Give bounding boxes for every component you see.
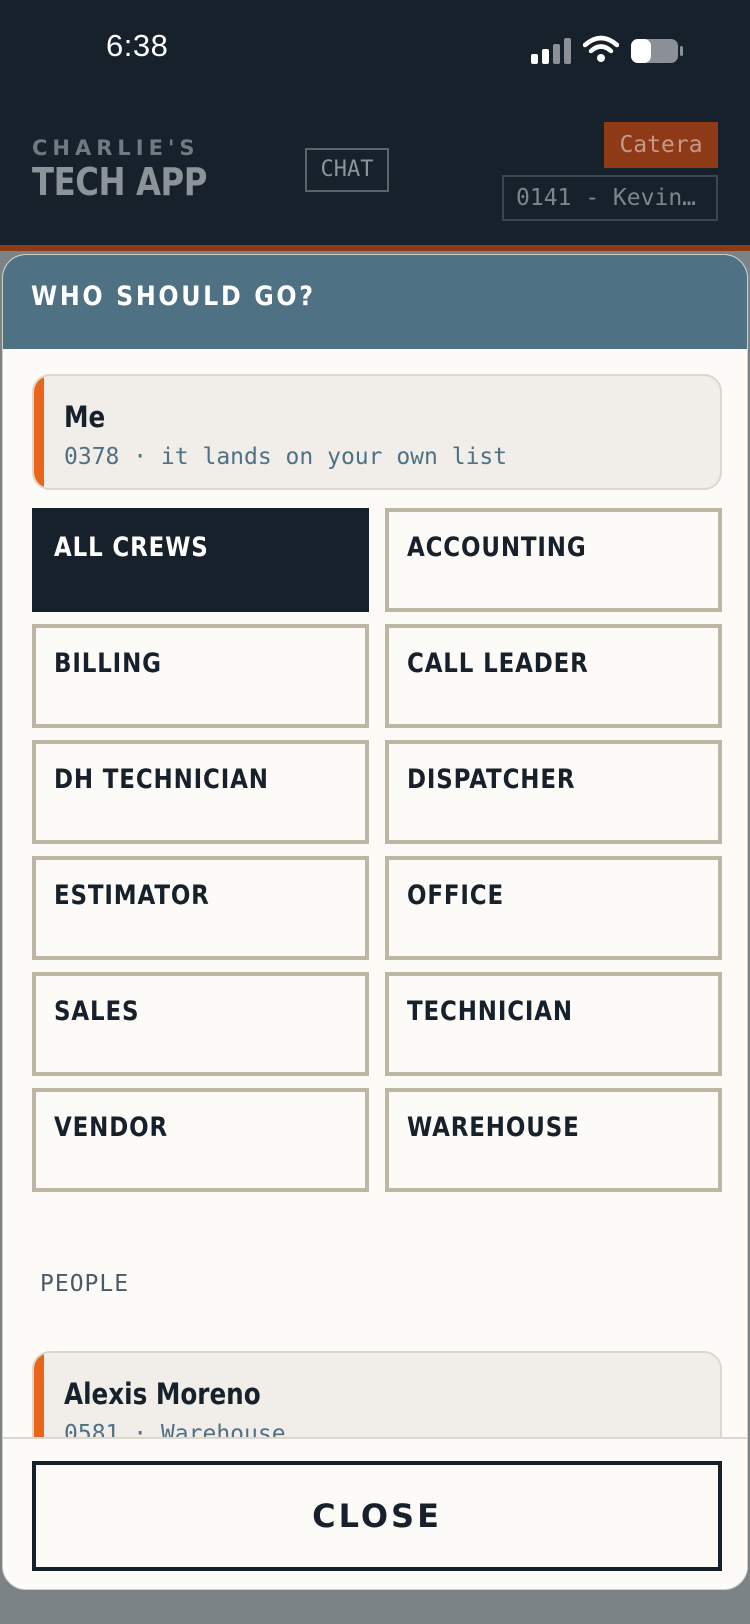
sheet-header: WHO SHOULD GO? [3,255,747,349]
crew-warehouse[interactable]: WAREHOUSE [385,1088,722,1192]
crew-label: WAREHOUSE [407,1112,580,1143]
company-badge[interactable]: Catera [604,122,718,168]
me-subtitle: 0378 · it lands on your own list [64,444,508,470]
close-button[interactable]: CLOSE [32,1461,722,1571]
crew-all-crews[interactable]: ALL CREWS [32,508,369,612]
sheet-title: WHO SHOULD GO? [31,281,316,312]
account-select[interactable]: 0141 - Kevin… [502,175,718,221]
crew-label: TECHNICIAN [407,996,573,1027]
crew-technician[interactable]: TECHNICIAN [385,972,722,1076]
cellular-signal-icon [531,38,571,64]
crew-billing[interactable]: BILLING [32,624,369,728]
crew-estimator[interactable]: ESTIMATOR [32,856,369,960]
person-card[interactable]: Alexis Moreno 0581 · Warehouse [32,1351,722,1439]
crew-label: DH TECHNICIAN [54,764,269,795]
person-name: Alexis Moreno [64,1377,261,1411]
crew-accounting[interactable]: ACCOUNTING [385,508,722,612]
crew-label: DISPATCHER [407,764,576,795]
status-bar: 6:38 [0,0,750,100]
crew-sales[interactable]: SALES [32,972,369,1076]
crew-dispatcher[interactable]: DISPATCHER [385,740,722,844]
crew-label: BILLING [54,648,162,679]
me-name: Me [64,400,106,434]
crew-label: ESTIMATOR [54,880,210,911]
header-divider [0,245,750,251]
crew-label: OFFICE [407,880,505,911]
status-time: 6:38 [106,28,169,63]
crew-label: SALES [54,996,140,1027]
sheet-footer: CLOSE [3,1437,747,1589]
crew-vendor[interactable]: VENDOR [32,1088,369,1192]
crew-dh-technician[interactable]: DH TECHNICIAN [32,740,369,844]
people-heading: PEOPLE [40,1271,130,1297]
crew-label: ALL CREWS [54,532,209,563]
crew-label: CALL LEADER [407,648,589,679]
brand-subtitle: CHARLIE'S [32,136,200,160]
card-accent [34,1353,44,1439]
crew-label: VENDOR [54,1112,168,1143]
sheet-scroll-area[interactable]: Me 0378 · it lands on your own list ALL … [3,349,747,1439]
crew-call-leader[interactable]: CALL LEADER [385,624,722,728]
crew-label: ACCOUNTING [407,532,587,563]
wifi-icon [583,35,619,62]
chat-button[interactable]: CHAT [305,148,389,192]
crew-office[interactable]: OFFICE [385,856,722,960]
who-should-go-sheet: WHO SHOULD GO? Me 0378 · it lands on you… [2,254,748,1590]
me-card[interactable]: Me 0378 · it lands on your own list [32,374,722,490]
brand-title: TECH APP [32,160,208,204]
battery-icon [631,39,683,63]
app-header: CHARLIE'S TECH APP CHAT Catera 0141 - Ke… [0,100,750,248]
card-accent [34,376,44,488]
